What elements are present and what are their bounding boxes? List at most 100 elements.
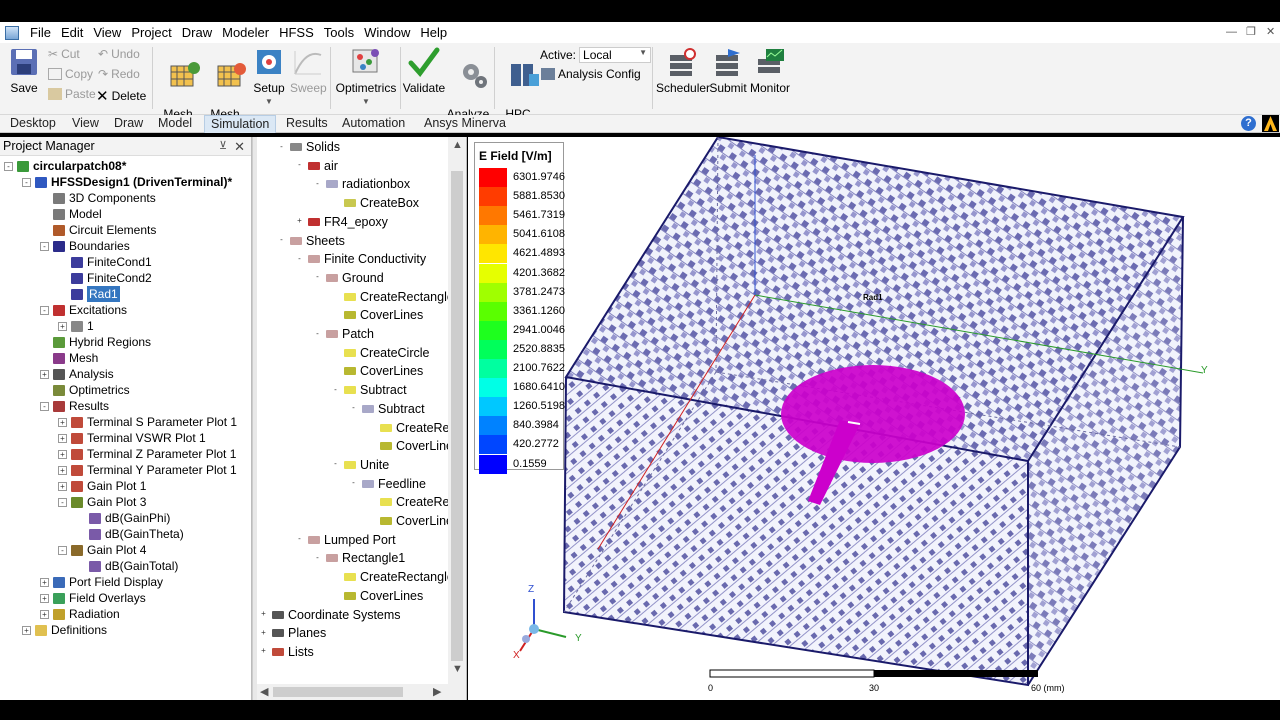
restore-icon[interactable]: ❐: [1246, 22, 1256, 43]
paste-button[interactable]: Paste: [48, 87, 96, 101]
project-tree-item[interactable]: Mesh: [40, 350, 98, 366]
menu-hfss[interactable]: HFSS: [274, 22, 319, 43]
project-tree-item[interactable]: Model: [40, 206, 102, 222]
model-tree-item[interactable]: CoverLines: [331, 588, 423, 604]
expand-icon[interactable]: +: [259, 610, 268, 619]
project-tree-item[interactable]: - Excitations: [40, 302, 127, 318]
expand-icon[interactable]: +: [58, 433, 67, 443]
model-tree-item[interactable]: - Lumped Port: [295, 532, 396, 548]
collapse-icon[interactable]: -: [313, 179, 322, 189]
close-icon[interactable]: ✕: [234, 137, 245, 156]
project-tree-item[interactable]: + Terminal Y Parameter Plot 1: [58, 462, 237, 478]
menu-window[interactable]: Window: [359, 22, 415, 43]
model-tree-item[interactable]: CreateRectangle: [331, 289, 454, 305]
scroll-up-icon[interactable]: ▲: [452, 139, 463, 151]
collapse-icon[interactable]: -: [4, 161, 13, 171]
model-tree-item[interactable]: CreateRectangle: [331, 569, 454, 585]
menu-project[interactable]: Project: [126, 22, 176, 43]
undo-button[interactable]: ↶ Undo: [98, 47, 140, 61]
model-tree-item[interactable]: CreateRec: [367, 494, 456, 510]
model-tree-item[interactable]: - Solids: [277, 139, 340, 155]
validate-button[interactable]: Validate: [402, 47, 446, 95]
model-tree-item[interactable]: CoverLines: [331, 363, 423, 379]
setup-dropdown-icon[interactable]: ▼: [250, 95, 288, 108]
setup-button[interactable]: Setup ▼: [250, 47, 288, 108]
delete-button[interactable]: ✕ Delete: [96, 87, 146, 105]
project-tree-item[interactable]: - Boundaries: [40, 238, 130, 254]
scrollbar-thumb[interactable]: [273, 687, 403, 697]
project-tree-item[interactable]: Circuit Elements: [40, 222, 156, 238]
expand-icon[interactable]: +: [259, 647, 268, 657]
tab-view[interactable]: View: [66, 115, 105, 133]
menu-draw[interactable]: Draw: [177, 22, 217, 43]
expand-icon[interactable]: +: [40, 593, 49, 603]
project-tree-item[interactable]: Optimetrics: [40, 382, 130, 398]
project-tree-item[interactable]: + Field Overlays: [40, 590, 146, 606]
model-tree-item[interactable]: + Planes: [259, 625, 326, 641]
close-icon[interactable]: ✕: [1266, 22, 1275, 43]
expand-icon[interactable]: +: [58, 481, 67, 491]
project-tree-item[interactable]: 3D Components: [40, 190, 156, 206]
model-tree-item[interactable]: CoverLine: [367, 513, 453, 529]
expand-icon[interactable]: +: [40, 369, 49, 379]
collapse-icon[interactable]: -: [331, 460, 340, 470]
collapse-icon[interactable]: -: [40, 401, 49, 411]
project-tree-item[interactable]: + Terminal VSWR Plot 1: [58, 430, 206, 446]
collapse-icon[interactable]: -: [40, 305, 49, 315]
tab-draw[interactable]: Draw: [108, 115, 149, 133]
project-tree-item[interactable]: + Definitions: [22, 622, 107, 638]
tab-results[interactable]: Results: [280, 115, 334, 133]
project-tree-item[interactable]: - Gain Plot 4: [58, 542, 146, 558]
model-tree-item[interactable]: - Subtract: [331, 382, 407, 398]
collapse-icon[interactable]: -: [295, 535, 304, 545]
model-tree-item[interactable]: - air: [295, 158, 338, 174]
scheduler-button[interactable]: Scheduler: [656, 47, 710, 95]
scroll-right-icon[interactable]: ▶: [433, 685, 441, 698]
model-tree-item[interactable]: CreateBox: [331, 195, 419, 211]
pin-icon[interactable]: ⊻: [219, 137, 227, 156]
monitor-button[interactable]: Monitor: [748, 47, 792, 95]
model-tree-item[interactable]: + Coordinate Systems: [259, 607, 401, 623]
collapse-icon[interactable]: -: [22, 177, 31, 187]
redo-button[interactable]: ↷ Redo: [98, 67, 140, 81]
collapse-icon[interactable]: -: [295, 161, 304, 171]
project-tree-item[interactable]: Rad1: [58, 286, 120, 302]
model-tree-item[interactable]: - Rectangle1: [313, 550, 405, 566]
model-view[interactable]: [468, 137, 1280, 700]
model-tree-item[interactable]: - Subtract: [349, 401, 425, 417]
project-tree-item[interactable]: - HFSSDesign1 (DrivenTerminal)*: [22, 174, 232, 190]
model-tree-item[interactable]: CreateRec: [367, 420, 456, 436]
scrollbar-thumb[interactable]: [451, 171, 463, 661]
model-tree-item[interactable]: - Feedline: [349, 476, 426, 492]
expand-icon[interactable]: +: [22, 625, 31, 635]
project-tree-item[interactable]: + Port Field Display: [40, 574, 163, 590]
project-tree-item[interactable]: + Terminal S Parameter Plot 1: [58, 414, 237, 430]
model-tree-item[interactable]: - Patch: [313, 326, 374, 342]
menu-file[interactable]: File: [25, 22, 56, 43]
project-tree-item[interactable]: dB(GainPhi): [76, 510, 170, 526]
collapse-icon[interactable]: -: [313, 273, 322, 283]
collapse-icon[interactable]: -: [349, 404, 358, 414]
3d-viewport[interactable]: Rad1 Y Z Y X 0 30 60 (mm) E Field [V/m] …: [468, 137, 1280, 700]
project-tree-item[interactable]: Hybrid Regions: [40, 334, 151, 350]
model-tree-item[interactable]: - Sheets: [277, 233, 345, 249]
project-tree-item[interactable]: - Results: [40, 398, 109, 414]
project-tree-item[interactable]: dB(GainTotal): [76, 558, 178, 574]
project-tree-item[interactable]: + Terminal Z Parameter Plot 1: [58, 446, 236, 462]
analysis-config-button[interactable]: Analysis Config: [541, 67, 641, 81]
collapse-icon[interactable]: -: [313, 329, 322, 339]
project-tree-item[interactable]: + Radiation: [40, 606, 120, 622]
cut-button[interactable]: ✂ Cut: [48, 47, 80, 61]
collapse-icon[interactable]: -: [295, 254, 304, 264]
expand-icon[interactable]: +: [58, 417, 67, 427]
model-tree-item[interactable]: - radiationbox: [313, 176, 410, 192]
menu-help[interactable]: Help: [415, 22, 452, 43]
model-tree-item[interactable]: CreateCircle: [331, 345, 429, 361]
active-dropdown[interactable]: Local ▼: [579, 47, 652, 63]
model-tree-item[interactable]: CoverLine: [367, 438, 453, 454]
model-tree-item[interactable]: - Ground: [313, 270, 384, 286]
tab-ansys-minerva[interactable]: Ansys Minerva: [418, 115, 512, 133]
scroll-left-icon[interactable]: ◀: [260, 685, 268, 698]
save-button[interactable]: Save: [6, 47, 42, 95]
collapse-icon[interactable]: -: [277, 236, 286, 245]
